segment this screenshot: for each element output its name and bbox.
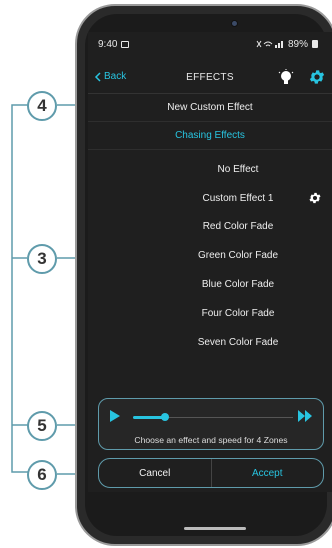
accept-button[interactable]: Accept (212, 459, 324, 487)
effect-speed-player: Choose an effect and speed for 4 Zones (98, 398, 324, 450)
app-screen: 9:40 89% Back EFFECTS New Custom Effect … (88, 32, 332, 492)
front-camera (231, 20, 238, 27)
callout-4: 4 (27, 91, 57, 121)
page-title: EFFECTS (186, 72, 234, 83)
signal-wifi-icon (256, 40, 283, 48)
chasing-effects-item[interactable]: Chasing Effects (88, 122, 332, 150)
cancel-button[interactable]: Cancel (99, 459, 212, 487)
custom-effect-settings-gear-icon[interactable] (308, 191, 322, 205)
top-navigation-bar: Back EFFECTS (88, 62, 332, 94)
status-bar: 9:40 89% (88, 32, 332, 56)
new-custom-effect-item[interactable]: New Custom Effect (88, 94, 332, 122)
callout-3: 3 (27, 244, 57, 274)
battery-percent: 89% (287, 38, 308, 50)
effect-item-red-color-fade[interactable]: Red Color Fade (158, 214, 318, 238)
effect-item-no-effect[interactable]: No Effect (158, 157, 318, 181)
gear-icon[interactable] (308, 68, 326, 86)
callout-5: 5 (27, 411, 57, 441)
effect-item-four-color-fade[interactable]: Four Color Fade (158, 301, 318, 325)
fast-forward-icon[interactable] (297, 409, 313, 423)
effect-item-seven-color-fade[interactable]: Seven Color Fade (158, 330, 318, 354)
effect-item-custom-effect-1[interactable]: Custom Effect 1 (158, 186, 318, 210)
callout-6: 6 (27, 460, 57, 490)
battery-icon (312, 40, 318, 48)
speed-slider-thumb[interactable] (161, 413, 169, 421)
effect-item-green-color-fade[interactable]: Green Color Fade (158, 243, 318, 267)
effect-item-blue-color-fade[interactable]: Blue Color Fade (158, 272, 318, 296)
play-icon[interactable] (109, 409, 121, 423)
image-notification-icon (121, 40, 130, 48)
lightbulb-icon[interactable] (278, 69, 294, 87)
home-indicator (184, 527, 246, 530)
status-time: 9:40 (98, 38, 118, 50)
player-caption: Choose an effect and speed for 4 Zones (134, 435, 288, 445)
action-bar: Cancel Accept (98, 458, 324, 488)
